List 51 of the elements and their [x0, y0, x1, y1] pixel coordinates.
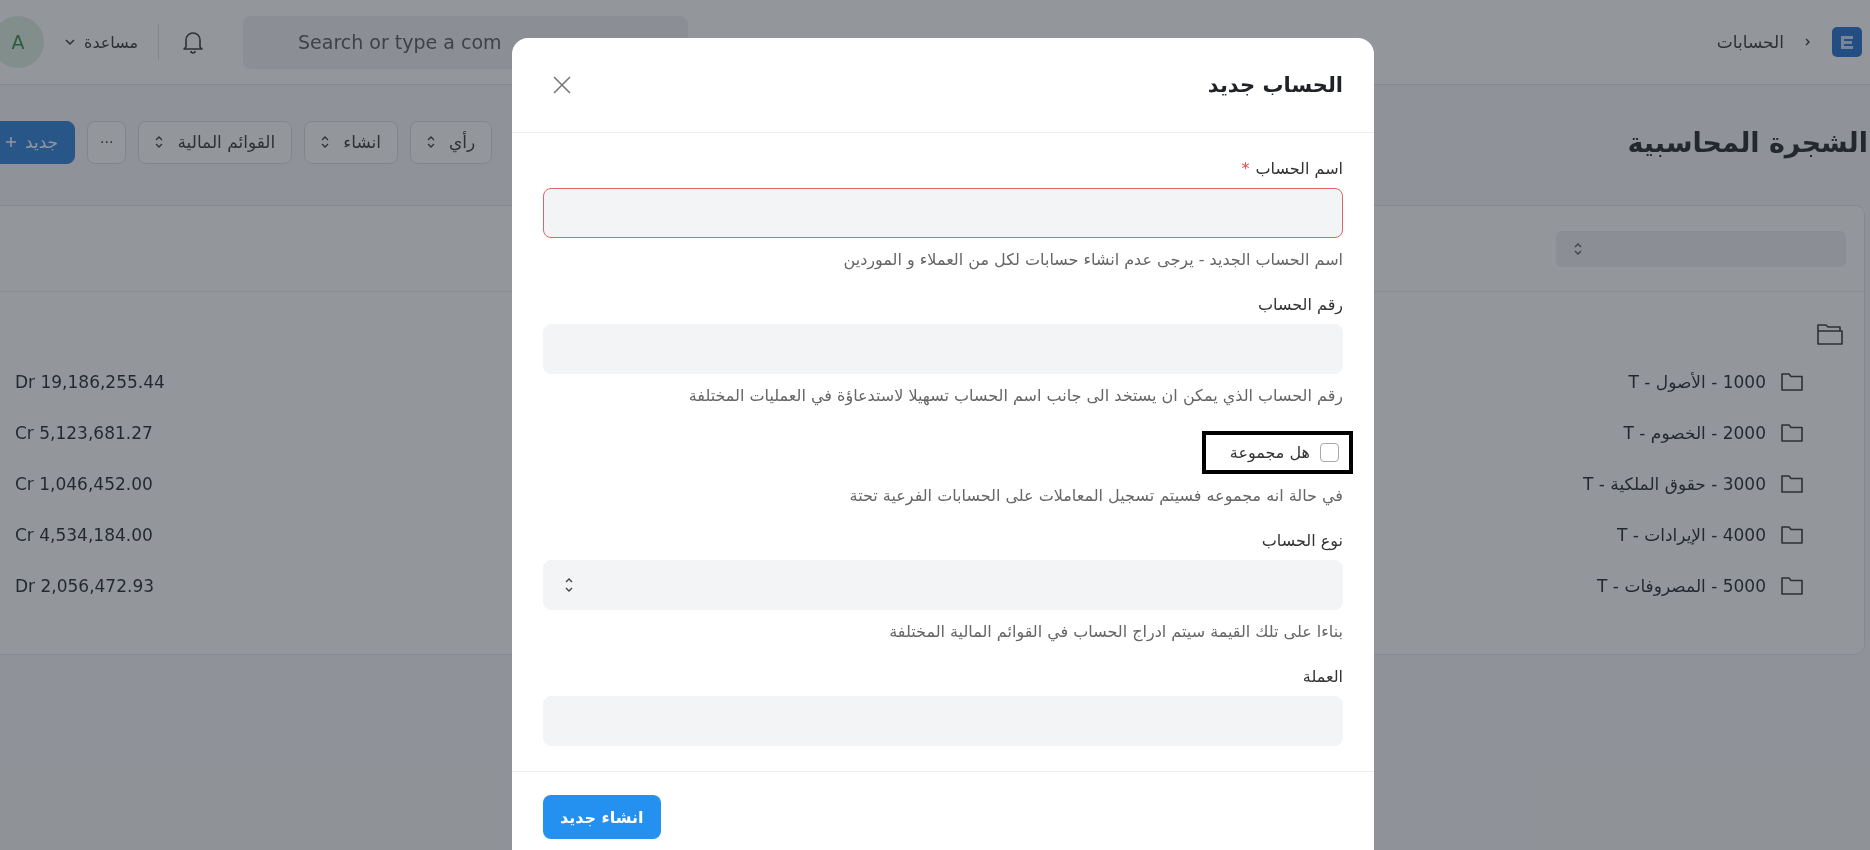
field-label: نوع الحساب	[1261, 531, 1343, 550]
chevron-down-icon	[64, 36, 76, 48]
close-icon[interactable]	[552, 75, 572, 95]
folder-icon[interactable]	[1780, 422, 1804, 443]
account-balance: Cr 4,534,184.00	[15, 524, 153, 545]
field-description: اسم الحساب الجديد - يرجى عدم انشاء حسابات لكل من العملاء و الموردين	[842, 250, 1343, 269]
account-balance: Cr 1,046,452.00	[15, 473, 153, 494]
dialog-title: الحساب جديد	[1207, 73, 1343, 97]
help-dropdown[interactable]: مساعدة	[64, 32, 139, 52]
required-mark: *	[1241, 159, 1250, 178]
field-label: العملة	[1302, 667, 1343, 686]
input-field[interactable]	[543, 188, 1343, 238]
updown-icon	[155, 135, 164, 149]
folder-icon[interactable]	[1780, 575, 1804, 596]
app-logo[interactable]	[1832, 27, 1862, 57]
account-name[interactable]: 5000 - المصروفات - T	[1597, 575, 1766, 596]
checkbox[interactable]	[1320, 443, 1339, 462]
updown-icon	[321, 135, 330, 149]
select-field[interactable]	[543, 560, 1343, 610]
field-label: رقم الحساب	[1258, 295, 1343, 314]
folder-icon[interactable]	[1780, 473, 1804, 494]
user-avatar[interactable]: A	[0, 16, 44, 68]
new-button[interactable]: جديد	[0, 120, 76, 164]
dropdown-button[interactable]: انشاء	[304, 120, 399, 164]
field-description: رقم الحساب الذي يمكن ان يستخد الى جانب اسم الحساب تسهيلا لاستدعاؤة في العمليات المختلفة	[687, 386, 1343, 405]
plus-icon	[5, 136, 17, 148]
folder-icon[interactable]	[1780, 371, 1804, 392]
account-name[interactable]: 3000 - حقوق الملكية - T	[1583, 473, 1766, 494]
field-description: بناءا على تلك القيمة سيتم ادراج الحساب في القوائم المالية المختلفة	[888, 622, 1343, 641]
account-balance: Dr 19,186,255.44	[15, 371, 165, 392]
dropdown-button[interactable]: القوائم المالية	[138, 120, 293, 164]
breadcrumb-link[interactable]: الحسابات	[1716, 32, 1784, 52]
updown-icon	[427, 135, 436, 149]
checkbox-label: هل مجموعة	[1229, 443, 1310, 462]
folder-icon[interactable]	[1780, 524, 1804, 545]
open-folder-icon[interactable]	[1816, 322, 1844, 346]
create-button[interactable]: انشاء جديد	[543, 795, 661, 839]
bell-icon[interactable]	[181, 29, 206, 55]
account-balance: Cr 5,123,681.27	[15, 422, 153, 443]
field-description: في حالة انه مجموعه فسيتم تسجيل المعاملات على الحسابات الفرعية تحتة	[848, 486, 1343, 505]
account-name[interactable]: 2000 - الخصوم - T	[1623, 422, 1766, 443]
updown-icon	[564, 576, 574, 594]
field-label: اسم الحساب	[1255, 159, 1343, 178]
dropdown-button[interactable]: رأي	[410, 120, 493, 164]
account-balance: Dr 2,056,472.93	[15, 575, 155, 596]
account-name[interactable]: 4000 - الإيرادات - T	[1616, 524, 1766, 545]
page-title: الشجرة المحاسبية	[1627, 126, 1868, 158]
chevron-icon	[1804, 37, 1812, 47]
account-name[interactable]: 1000 - الأصول - T	[1628, 371, 1766, 392]
updown-icon	[1574, 241, 1582, 256]
more-button[interactable]: ···	[87, 120, 127, 164]
